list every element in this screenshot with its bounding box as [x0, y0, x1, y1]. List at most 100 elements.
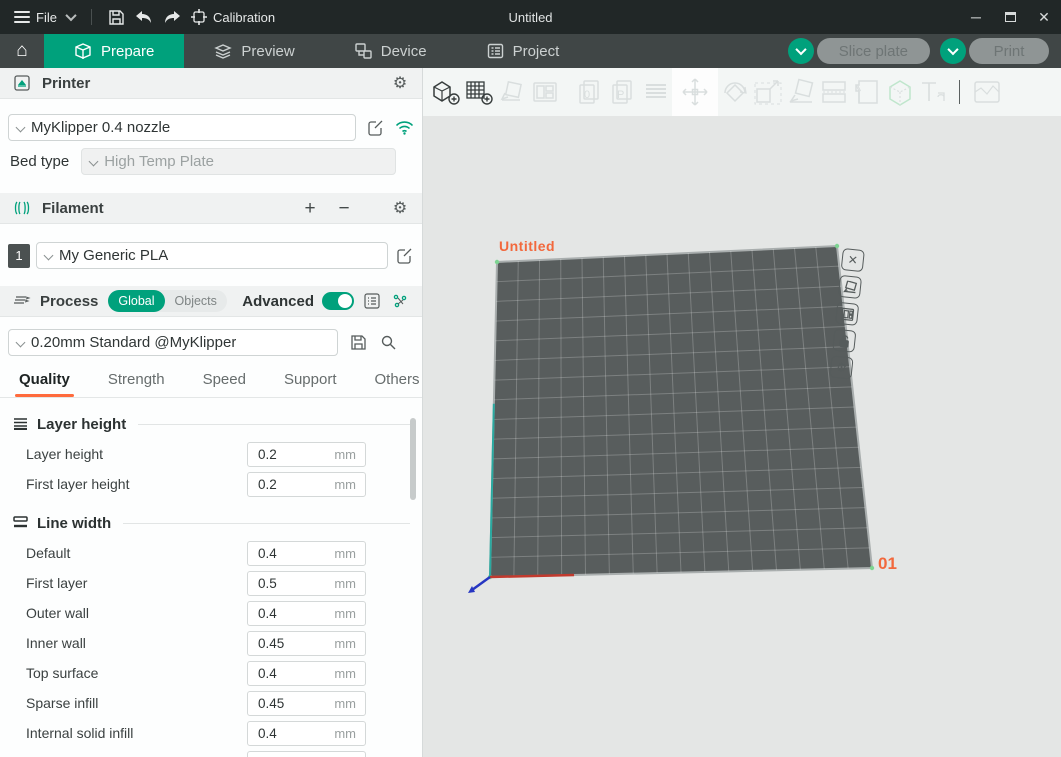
print-options-chevron[interactable] — [940, 38, 966, 64]
import-objects-icon[interactable]: 0 — [573, 68, 606, 116]
param-unit: mm — [334, 546, 365, 561]
lock-plate-icon[interactable] — [832, 329, 856, 353]
tab-project[interactable]: Project — [457, 34, 590, 68]
param-unit: mm — [334, 606, 365, 621]
remove-filament-button[interactable]: − — [332, 199, 356, 218]
maximize-button[interactable] — [993, 0, 1027, 34]
filament-settings-gear-icon[interactable]: ⚙ — [390, 198, 410, 218]
arrange-icon[interactable] — [528, 68, 561, 116]
process-preset-dropdown[interactable]: 0.20mm Standard @MyKlipper — [8, 329, 338, 356]
tab-preview-label: Preview — [241, 43, 294, 60]
print-button[interactable]: Print — [969, 38, 1049, 64]
line-width-group-icon — [12, 515, 29, 532]
tab-device[interactable]: Device — [325, 34, 457, 68]
assembly-view-icon[interactable] — [883, 68, 916, 116]
edit-printer-icon[interactable] — [365, 118, 385, 138]
slice-options-chevron[interactable] — [788, 38, 814, 64]
tab-preview[interactable]: Preview — [184, 34, 324, 68]
default-line-width-input[interactable] — [248, 546, 310, 561]
printer-icon — [12, 73, 32, 93]
param-unit: mm — [334, 666, 365, 681]
wifi-connection-icon[interactable] — [394, 118, 414, 138]
plate-settings-gear-icon[interactable]: ⚙ — [829, 355, 853, 379]
process-scope-toggle[interactable]: Global Objects — [108, 290, 227, 312]
plate-name-label[interactable]: Untitled — [499, 238, 555, 254]
file-menu[interactable]: File — [14, 10, 57, 25]
calibration-menu[interactable]: Calibration — [191, 9, 275, 25]
filament-slot-badge: 1 — [8, 244, 30, 268]
edit-filament-icon[interactable] — [394, 246, 414, 266]
delete-plate-icon[interactable]: ✕ — [841, 248, 865, 272]
plate-layout-icon[interactable] — [835, 302, 859, 326]
sidebar: Printer ⚙ MyKlipper 0.4 nozzle Bed type — [0, 68, 423, 757]
tab-quality[interactable]: Quality — [19, 371, 70, 397]
process-icon — [12, 291, 32, 311]
param-label: Sparse infill — [26, 695, 247, 711]
top-surface-line-width-input[interactable] — [248, 666, 310, 681]
filament-icon — [12, 198, 32, 218]
home-icon: ⌂ — [16, 40, 27, 62]
rotate-tool-icon[interactable] — [718, 68, 751, 116]
first-layer-line-width-input[interactable] — [248, 576, 310, 591]
first-layer-height-input[interactable] — [248, 477, 310, 492]
param-row: Internal solid infill mm — [0, 718, 422, 748]
cut-tool-icon[interactable] — [817, 68, 850, 116]
save-preset-icon[interactable] — [348, 333, 368, 353]
text-tool-icon[interactable] — [916, 68, 949, 116]
arrange-plate-icon[interactable] — [838, 275, 862, 299]
tab-support[interactable]: Support — [284, 371, 337, 397]
sparse-infill-line-width-input[interactable] — [248, 696, 310, 711]
minimize-button[interactable]: ─ — [959, 0, 993, 34]
advanced-label: Advanced — [242, 293, 314, 310]
scope-global[interactable]: Global — [108, 290, 164, 312]
scene-3d[interactable]: Untitled 01 ✕ ⚙ — [423, 116, 1061, 757]
process-section-header: Process Global Objects Advanced — [0, 286, 422, 317]
tab-others[interactable]: Others — [375, 371, 420, 397]
place-on-face-icon[interactable] — [784, 68, 817, 116]
calibration-parts-icon[interactable] — [970, 68, 1003, 116]
layer-height-input[interactable] — [248, 447, 310, 462]
param-unit: mm — [334, 447, 365, 462]
file-menu-chevron-icon[interactable] — [65, 10, 76, 21]
outer-wall-line-width-input[interactable] — [248, 606, 310, 621]
tab-prepare-label: Prepare — [101, 43, 154, 60]
save-icon[interactable] — [108, 9, 125, 26]
param-label: First layer — [26, 575, 247, 591]
calibration-label: Calibration — [213, 10, 275, 25]
slice-plate-button[interactable]: Slice plate — [817, 38, 930, 64]
group-layer-height: Layer height — [12, 416, 410, 433]
filament-section-title: Filament — [42, 200, 104, 217]
search-params-icon[interactable] — [378, 333, 398, 353]
close-button[interactable]: ✕ — [1027, 0, 1061, 34]
import-plates-icon[interactable]: P — [606, 68, 639, 116]
internal-solid-infill-line-width-input[interactable] — [248, 726, 310, 741]
sidebar-scrollbar[interactable] — [410, 418, 416, 500]
preset-list-icon[interactable] — [362, 291, 382, 311]
layers-list-icon[interactable] — [639, 68, 672, 116]
variable-layer-icon[interactable] — [850, 68, 883, 116]
filament-preset-dropdown[interactable]: My Generic PLA — [36, 242, 388, 269]
add-object-icon[interactable] — [429, 68, 462, 116]
scale-tool-icon[interactable] — [751, 68, 784, 116]
scope-objects[interactable]: Objects — [165, 290, 227, 312]
redo-icon[interactable] — [163, 10, 181, 25]
param-row: First layer mm — [0, 568, 422, 598]
advanced-toggle[interactable] — [322, 292, 354, 310]
tab-strength[interactable]: Strength — [108, 371, 165, 397]
printer-settings-gear-icon[interactable]: ⚙ — [390, 73, 410, 93]
compare-params-icon[interactable] — [390, 291, 410, 311]
build-plate[interactable] — [423, 116, 1061, 757]
auto-orient-icon[interactable] — [495, 68, 528, 116]
param-row: Support mm — [0, 748, 422, 757]
add-plate-icon[interactable] — [462, 68, 495, 116]
printer-preset-dropdown[interactable]: MyKlipper 0.4 nozzle — [8, 114, 356, 141]
tab-speed[interactable]: Speed — [203, 371, 246, 397]
move-tool-icon[interactable] — [672, 68, 718, 116]
viewport[interactable]: 0 P — [423, 68, 1061, 757]
bed-type-dropdown[interactable]: High Temp Plate — [81, 148, 396, 175]
tab-prepare[interactable]: Prepare — [44, 34, 184, 68]
home-button[interactable]: ⌂ — [0, 34, 44, 68]
inner-wall-line-width-input[interactable] — [248, 636, 310, 651]
undo-icon[interactable] — [135, 10, 153, 25]
add-filament-button[interactable]: + — [298, 199, 322, 218]
